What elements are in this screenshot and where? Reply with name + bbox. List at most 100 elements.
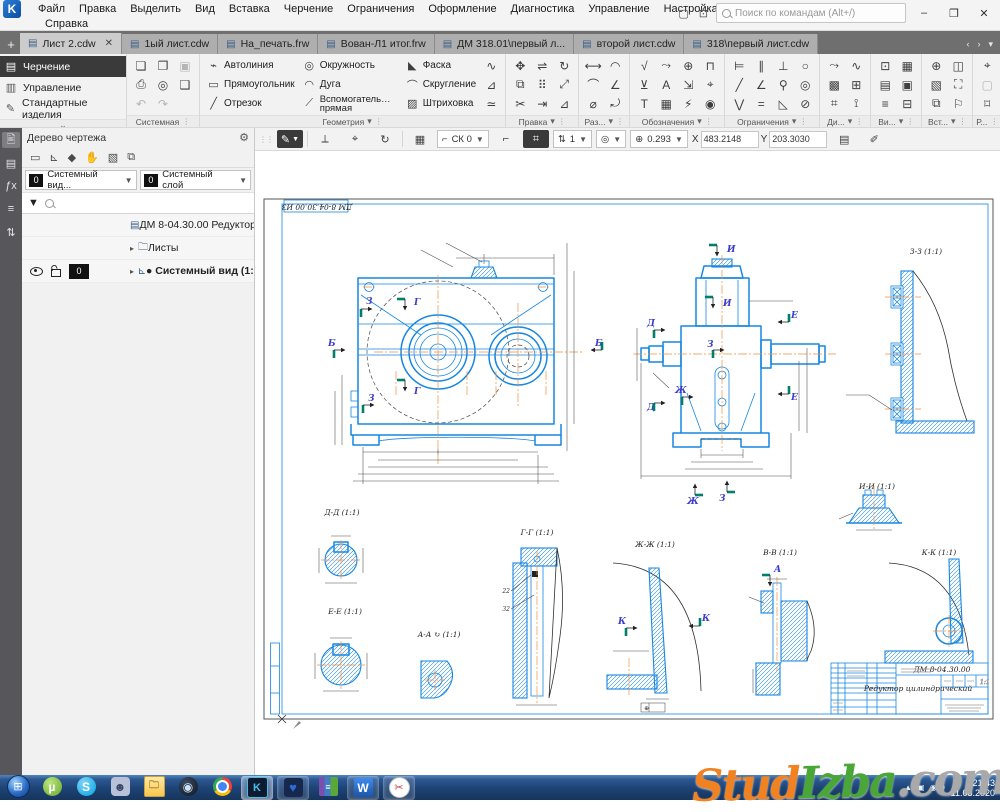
tree-filter-view-icon[interactable]: ▭ — [30, 151, 40, 164]
ribbon-tab-стандартные-изделия[interactable]: ✎Стандартные изделия — [0, 98, 126, 119]
deform-icon[interactable]: ⊿ — [554, 95, 574, 112]
line-icon[interactable]: ╱ — [729, 76, 749, 93]
table-icon[interactable]: ▦ — [656, 95, 676, 112]
marking-icon[interactable]: A — [656, 76, 676, 93]
document-tab[interactable]: ▤второй лист.cdw — [574, 34, 684, 54]
frame-icon[interactable]: ▣ — [897, 76, 917, 93]
layers-icon[interactable]: ▤ — [875, 76, 895, 93]
tree-node-system-view[interactable]: 0 ▸ ⊾ ● Системный вид (1:1 — [22, 260, 254, 283]
area-icon[interactable]: ▩ — [824, 76, 844, 93]
tab-scroll-right-icon[interactable]: › — [974, 37, 983, 52]
new-view-icon[interactable]: ⊡ — [875, 57, 895, 74]
check-icon[interactable]: ⌗ — [824, 95, 844, 112]
diameter-dim-icon[interactable]: ⌀ — [583, 95, 603, 112]
group-handle[interactable]: ⋮ — [558, 117, 566, 126]
snipping-icon[interactable]: ✂ — [383, 776, 415, 800]
document-tab[interactable]: ▤318\первый лист.cdw — [684, 34, 818, 54]
point-icon[interactable]: ⚲ — [773, 76, 793, 93]
circle-c-icon[interactable]: ○ — [795, 57, 815, 74]
print-icon[interactable]: ⎙ — [131, 76, 151, 93]
restore-button[interactable]: ❐ — [942, 6, 966, 21]
tab-list-icon[interactable]: ▾ — [985, 37, 996, 52]
angle-c-icon[interactable]: ∠ — [751, 76, 771, 93]
layers-quick-icon[interactable]: ▤ — [831, 130, 857, 148]
current-view-dropdown[interactable]: 0 Системный вид... ▼ — [25, 170, 137, 190]
discord-icon[interactable]: ☻ — [105, 776, 135, 798]
ortho-icon[interactable]: ⌐ — [493, 130, 519, 148]
chevron-down-icon[interactable]: ▾ — [792, 116, 797, 127]
equidistant-icon[interactable]: ≃ — [481, 95, 501, 112]
expand-icon[interactable]: ▸ — [130, 267, 138, 276]
document-tab[interactable]: ▤Вован-Л1 итог.frw — [318, 34, 434, 54]
menu-item-справка[interactable]: Справка — [38, 17, 95, 31]
menu-item-правка[interactable]: Правка — [72, 2, 123, 16]
tree-node-document[interactable]: ▤ ДМ 8-04.30.00 Редуктор — [22, 214, 254, 237]
insert-view-icon[interactable]: ⊕ — [926, 57, 946, 74]
vertical-icon[interactable]: ⋁ — [729, 95, 749, 112]
arc-dim-icon[interactable]: ◠ — [605, 57, 625, 74]
flag-icon[interactable]: ⊓ — [700, 57, 720, 74]
variables-panel-icon[interactable]: ƒx — [2, 178, 20, 194]
measure-icon[interactable]: ⤳ — [824, 57, 844, 74]
word-icon[interactable]: W — [347, 776, 379, 800]
chevron-down-icon[interactable]: ▾ — [848, 116, 853, 127]
angle-dim-icon[interactable]: ∠ — [605, 76, 625, 93]
menu-item-диагностика[interactable]: Диагностика — [504, 2, 582, 16]
curve-len-icon[interactable]: ∿ — [846, 57, 866, 74]
grid-icon[interactable]: ▦ — [407, 130, 433, 148]
ole-icon[interactable]: ◫ — [948, 57, 968, 74]
heart-app-icon[interactable]: ♥ — [277, 776, 309, 800]
segment-tool[interactable]: ╱Отрезок — [203, 95, 299, 113]
arc-tool[interactable]: ◠Дуга — [299, 76, 402, 94]
group-handle[interactable]: ⋮ — [958, 117, 966, 126]
tree-node-sheets[interactable]: ▸ 🗀 Листы — [22, 237, 254, 260]
chevron-down-icon[interactable]: ▾ — [697, 116, 702, 127]
construction-line-tool[interactable]: ⟋Вспомогатель… прямая — [299, 95, 402, 113]
menu-item-вид[interactable]: Вид — [188, 2, 222, 16]
window-layout-icon[interactable]: ▢ — [676, 7, 690, 20]
snap-angle-icon[interactable]: ↻ — [372, 130, 398, 148]
auto-dim-icon[interactable]: ⤾ — [605, 95, 625, 112]
open-document-icon[interactable]: ❐ — [153, 57, 173, 74]
draw-pen-icon[interactable]: ✐ — [861, 130, 887, 148]
minimize-button[interactable]: – — [912, 6, 936, 20]
tree-filter-sketch-icon[interactable]: ✋ — [85, 151, 99, 164]
menu-item-оформление[interactable]: Оформление — [421, 2, 503, 16]
ribbon-collapse-icon[interactable]: ⌄ — [59, 120, 67, 128]
circle-tool[interactable]: ◎Окружность — [299, 57, 402, 75]
scale-dropdown[interactable]: ⇅ 1 ▼ — [553, 130, 592, 148]
zoom-mode-dropdown[interactable]: ◎ ▼ — [596, 130, 626, 148]
kompas-icon[interactable]: K — [241, 776, 273, 800]
document-tab[interactable]: ▤На_печать.frw — [218, 34, 318, 54]
view-arrow-icon[interactable]: ⇲ — [678, 76, 698, 93]
leader-icon[interactable]: ⤳ — [656, 57, 676, 74]
chrome-icon[interactable] — [207, 776, 237, 798]
snap-toggle-icon[interactable]: ⌗ — [523, 130, 549, 148]
polygon-icon[interactable]: ⊿ — [481, 76, 501, 93]
center-mark-icon[interactable]: ◉ — [700, 95, 720, 112]
rotate-icon[interactable]: ↻ — [554, 57, 574, 74]
scale-icon[interactable]: ⤢ — [554, 76, 574, 93]
chamfer-tool[interactable]: ◣Фаска — [402, 57, 481, 75]
group-handle[interactable]: ⋮ — [855, 117, 863, 126]
group-handle[interactable]: ⋮ — [799, 117, 807, 126]
parallel-icon[interactable]: ∥ — [751, 57, 771, 74]
chevron-down-icon[interactable]: ▾ — [550, 116, 555, 127]
menu-item-управление[interactable]: Управление — [581, 2, 656, 16]
tab-close-icon[interactable]: ✕ — [105, 38, 113, 49]
tree-filter-surface-icon[interactable]: ◆ — [68, 151, 76, 164]
chevron-down-icon[interactable]: ▾ — [951, 116, 956, 127]
group-handle[interactable]: ⋮ — [906, 117, 914, 126]
snap-point-icon[interactable]: ⌖ — [342, 130, 368, 148]
perpendicular-icon[interactable]: ⊥ — [773, 57, 793, 74]
tree-filter-axis-icon[interactable]: ⊾ — [49, 151, 58, 164]
section-line-icon[interactable]: ⊕ — [678, 57, 698, 74]
gear-icon[interactable]: ⚙ — [239, 131, 249, 144]
ribbon-tab-управление[interactable]: ▥Управление — [0, 77, 126, 98]
new-tab-button[interactable]: + — [2, 35, 20, 54]
steam-icon[interactable]: ◉ — [173, 776, 203, 798]
filter-icon[interactable]: ▼ — [28, 197, 39, 209]
split-icon[interactable]: ⊟ — [897, 95, 917, 112]
expand-icon[interactable]: ▸ — [130, 244, 138, 253]
document-tab[interactable]: ▤Лист 2.cdw✕ — [20, 33, 122, 54]
